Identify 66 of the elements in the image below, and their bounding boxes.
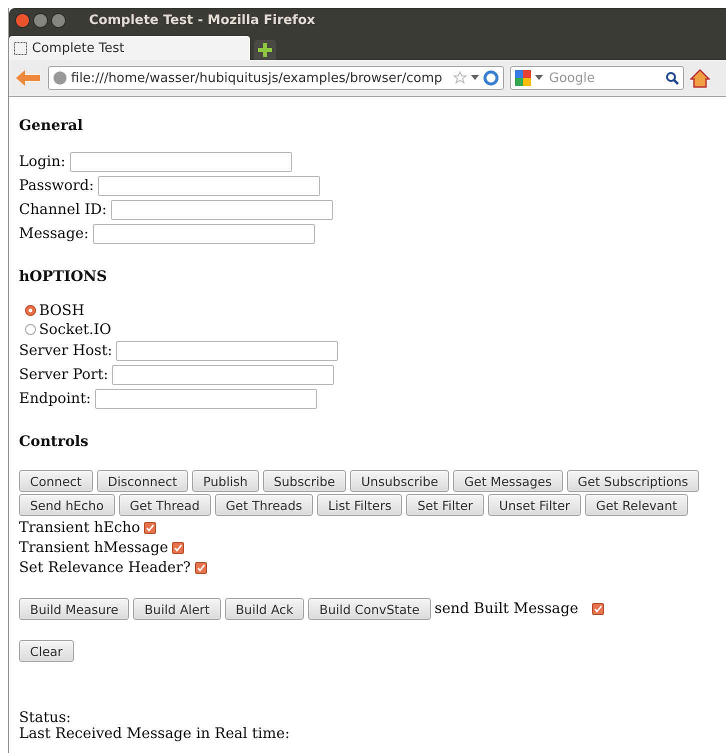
status-label: Status: — [19, 710, 71, 726]
action-button[interactable]: Get Threads — [214, 494, 314, 516]
action-button[interactable]: Disconnect — [96, 470, 188, 492]
action-button[interactable]: Publish — [192, 470, 259, 492]
field-label: Login: — [19, 154, 66, 170]
input-field[interactable] — [110, 200, 333, 220]
close-icon[interactable] — [15, 13, 30, 28]
build-button[interactable]: Build ConvState — [308, 598, 431, 620]
build-button[interactable]: Build Alert — [133, 598, 221, 620]
checkbox-label: send Built Message — [434, 601, 578, 617]
clear-button[interactable]: Clear — [19, 640, 74, 662]
radio-label: BOSH — [39, 302, 84, 318]
checkbox[interactable] — [592, 603, 604, 615]
action-button[interactable]: Get Subscriptions — [566, 470, 700, 492]
action-button[interactable]: Connect — [19, 470, 93, 492]
field-label: Channel ID: — [19, 202, 107, 218]
search-bar[interactable]: Google — [510, 66, 684, 90]
input-field[interactable] — [116, 341, 338, 361]
checkbox-label: Set Relevance Header? — [19, 560, 191, 576]
new-tab-button[interactable] — [254, 40, 276, 60]
radio-button[interactable] — [25, 324, 36, 335]
section-heading: General — [19, 117, 84, 134]
section-heading: Controls — [19, 433, 90, 450]
dropdown-icon[interactable] — [535, 75, 543, 81]
section-heading: hOPTIONS — [19, 268, 108, 285]
checkbox-label: Transient hMessage — [19, 540, 168, 556]
action-button[interactable]: Unset Filter — [488, 494, 582, 516]
checkbox[interactable] — [172, 542, 184, 554]
input-field[interactable] — [94, 389, 317, 409]
action-button[interactable]: Set Filter — [406, 494, 484, 516]
field-label: Endpoint: — [19, 391, 91, 407]
input-field[interactable] — [98, 176, 320, 196]
maximize-icon[interactable] — [51, 13, 66, 28]
last-message-label: Last Received Message in Real time: — [19, 726, 290, 742]
action-button[interactable]: Subscribe — [262, 470, 346, 492]
field-label: Server Port: — [19, 367, 108, 383]
search-engine-icon[interactable] — [515, 70, 531, 86]
action-button[interactable]: Send hEcho — [19, 494, 115, 516]
action-button[interactable]: Get Relevant — [585, 494, 688, 516]
build-button[interactable]: Build Measure — [19, 598, 130, 620]
input-field[interactable] — [92, 224, 315, 244]
radio-label: Socket.IO — [39, 322, 112, 338]
build-button[interactable]: Build Ack — [224, 598, 304, 620]
star-icon[interactable] — [453, 71, 467, 85]
field-label: Password: — [19, 178, 94, 194]
radio-button[interactable] — [25, 305, 36, 316]
action-button[interactable]: List Filters — [317, 494, 402, 516]
address-bar[interactable]: file:///home/wasser/hubiquitusjs/examples/browser/comp — [48, 66, 504, 90]
checkbox[interactable] — [194, 562, 207, 574]
input-field[interactable] — [70, 152, 292, 172]
back-arrow-icon[interactable] — [14, 68, 42, 88]
input-field[interactable] — [112, 365, 334, 385]
field-label: Message: — [19, 226, 89, 242]
window-title: Complete Test - Mozilla Firefox — [89, 13, 316, 28]
action-button[interactable]: Get Thread — [118, 494, 211, 516]
minimize-icon[interactable] — [33, 13, 48, 28]
action-button[interactable]: Unsubscribe — [350, 470, 450, 492]
browser-tab[interactable]: Complete Test — [9, 36, 250, 60]
page-icon — [14, 42, 27, 54]
home-icon[interactable] — [690, 68, 710, 88]
dropdown-icon[interactable] — [471, 75, 479, 81]
checkbox-label: Transient hEcho — [19, 520, 140, 536]
field-label: Server Host: — [19, 343, 112, 359]
search-icon[interactable] — [665, 71, 679, 85]
checkbox[interactable] — [144, 522, 156, 534]
action-button[interactable]: Get Messages — [453, 470, 563, 492]
